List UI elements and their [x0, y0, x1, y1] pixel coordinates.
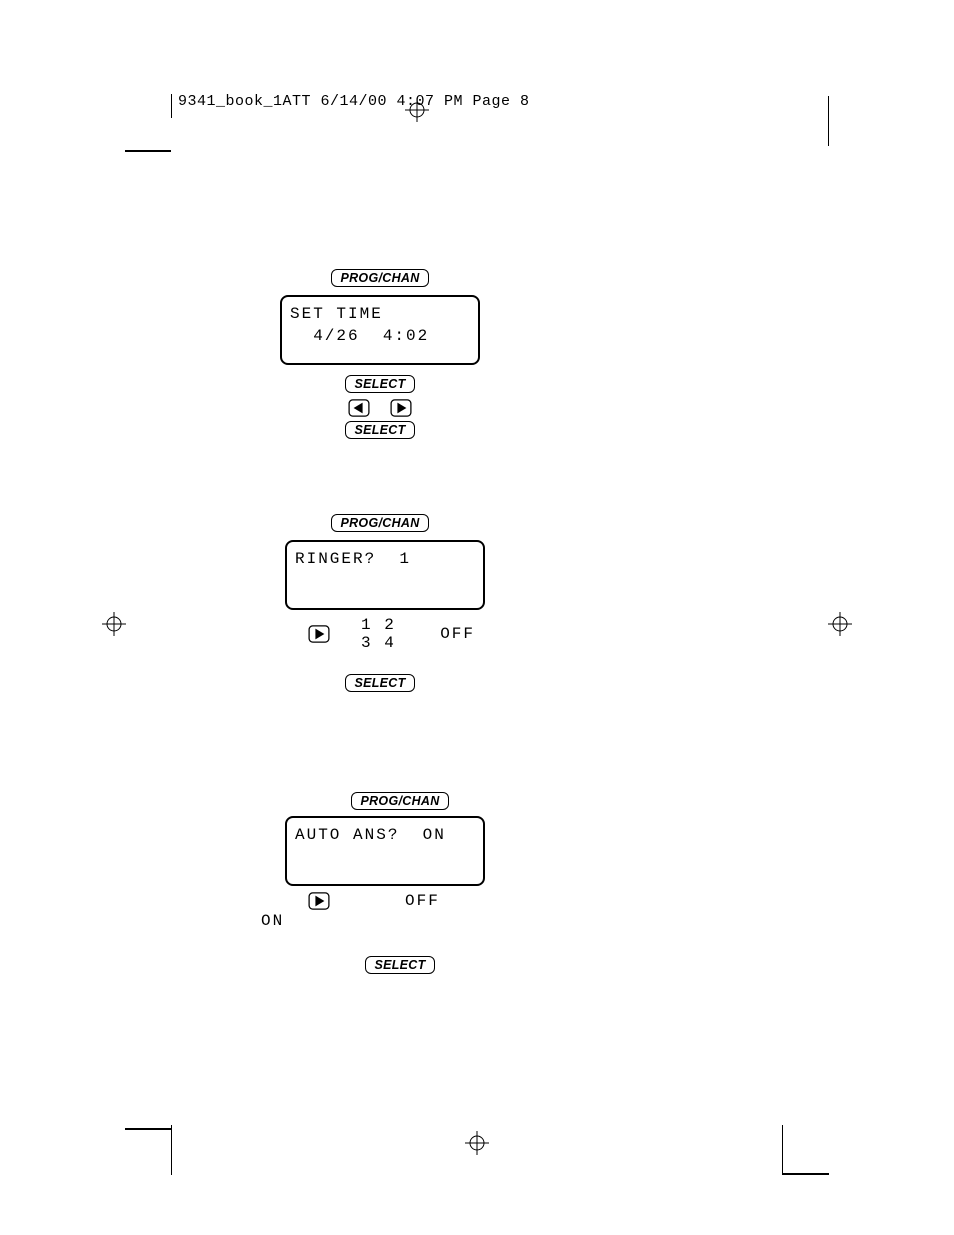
section-ringer: PROG/CHAN RINGER? 1 1 2 3 4 OFF SELECT — [285, 510, 475, 698]
right-arrow-icon[interactable] — [308, 625, 330, 643]
lcd-line-2 — [295, 570, 475, 592]
select-button[interactable]: SELECT — [345, 421, 414, 439]
select-button[interactable]: SELECT — [345, 375, 414, 393]
registration-mark-left — [102, 612, 126, 636]
select-button[interactable]: SELECT — [345, 674, 414, 692]
lcd-line-2: 4/26 4:02 — [290, 325, 470, 347]
auto-ans-off-label: OFF — [405, 892, 440, 910]
print-job-header-text: 9341_book_1ATT 6/14/00 4:07 PM Page 8 — [178, 93, 530, 110]
right-arrow-icon[interactable] — [308, 892, 330, 910]
prog-chan-button[interactable]: PROG/CHAN — [331, 269, 428, 287]
registration-mark-right — [828, 612, 852, 636]
lcd-line-1: SET TIME — [290, 303, 470, 325]
ringer-off-label: OFF — [440, 625, 475, 643]
print-job-header: 9341_book_1ATT 6/14/00 4:07 PM Page 8 — [171, 94, 783, 118]
lcd-line-1: AUTO ANS? ON — [295, 824, 475, 846]
section-auto-answer: PROG/CHAN AUTO ANS? ON OFF ON SELECT — [285, 788, 515, 980]
lcd-auto-answer: AUTO ANS? ON — [285, 816, 485, 886]
select-button[interactable]: SELECT — [365, 956, 434, 974]
section-set-time: PROG/CHAN SET TIME 4/26 4:02 SELECT SELE… — [285, 265, 475, 445]
lcd-line-2 — [295, 846, 475, 868]
left-arrow-icon[interactable] — [348, 399, 370, 417]
lcd-line-1: RINGER? 1 — [295, 548, 475, 570]
right-arrow-icon[interactable] — [390, 399, 412, 417]
page-frame: 9341_book_1ATT 6/14/00 4:07 PM Page 8 PR… — [0, 0, 954, 1235]
auto-ans-on-label: ON — [261, 912, 515, 930]
crop-mark-top-right — [828, 96, 829, 146]
crop-mark-bottom-right-v — [782, 1125, 783, 1175]
registration-mark-bottom — [465, 1131, 489, 1155]
ringer-options: 1 2 3 4 — [361, 616, 412, 652]
crop-mark-bottom-left-v — [171, 1125, 172, 1175]
crop-mark-bottom-right — [783, 1173, 829, 1175]
crop-mark-bottom-left — [125, 1128, 171, 1130]
lcd-set-time: SET TIME 4/26 4:02 — [280, 295, 480, 365]
prog-chan-button[interactable]: PROG/CHAN — [331, 514, 428, 532]
lcd-ringer: RINGER? 1 — [285, 540, 485, 610]
prog-chan-button[interactable]: PROG/CHAN — [351, 792, 448, 810]
crop-mark-top-left — [125, 150, 171, 152]
